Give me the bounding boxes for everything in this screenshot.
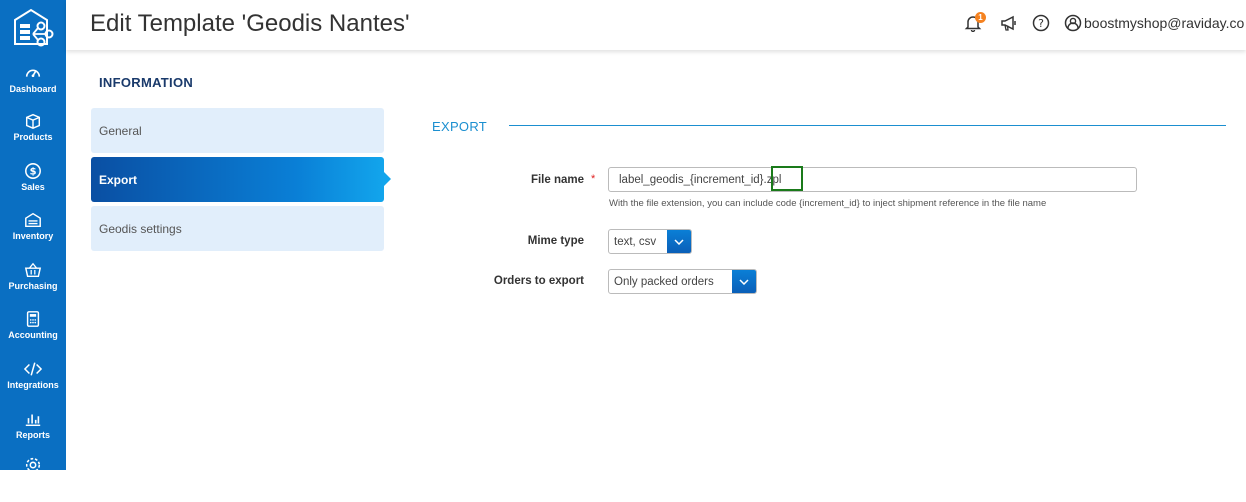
sidebar-item-reports[interactable]: Reports bbox=[0, 410, 66, 456]
sidebar-item-label: Integrations bbox=[7, 380, 59, 390]
sidebar-item-purchasing[interactable]: Purchasing bbox=[0, 261, 66, 307]
orders-to-export-value: Only packed orders bbox=[614, 275, 714, 288]
sidebar-item-settings[interactable] bbox=[0, 456, 66, 502]
sidebar-item-products[interactable]: Products bbox=[0, 112, 66, 158]
sidebar-item-label: Products bbox=[13, 132, 53, 142]
sidebar-item-sales[interactable]: $ Sales bbox=[0, 162, 66, 208]
basket-icon bbox=[24, 262, 42, 278]
app-logo[interactable] bbox=[0, 0, 66, 52]
sidebar-item-label: Accounting bbox=[8, 330, 58, 340]
chevron-down-icon[interactable] bbox=[732, 270, 756, 293]
dashboard-icon bbox=[25, 69, 41, 78]
tab-general[interactable]: General bbox=[91, 108, 384, 153]
gear-icon bbox=[25, 457, 41, 473]
section-divider bbox=[509, 125, 1226, 126]
sidebar-item-inventory[interactable]: Inventory bbox=[0, 211, 66, 257]
sidebar-item-accounting[interactable]: Accounting bbox=[0, 310, 66, 356]
file-name-label: File name bbox=[530, 174, 584, 186]
file-name-hint: With the file extension, you can include… bbox=[609, 198, 1047, 209]
warehouse-icon bbox=[25, 212, 41, 228]
page-title: Edit Template 'Geodis Nantes' bbox=[90, 10, 410, 37]
svg-text:$: $ bbox=[30, 167, 37, 178]
sidebar-item-label: Sales bbox=[21, 182, 45, 192]
sidebar-item-label: Inventory bbox=[12, 231, 54, 241]
bar-chart-icon bbox=[25, 414, 41, 427]
sidebar-item-integrations[interactable]: Integrations bbox=[0, 360, 66, 406]
required-mark: * bbox=[591, 173, 596, 185]
sidebar-item-label: Dashboard bbox=[9, 84, 57, 94]
code-icon bbox=[24, 362, 42, 376]
box-icon bbox=[25, 113, 41, 129]
user-email[interactable]: boostmyshop@raviday.co bbox=[1084, 15, 1244, 31]
orders-to-export-label: Orders to export bbox=[493, 275, 584, 287]
calculator-icon bbox=[26, 311, 40, 327]
warehouse-logo-icon bbox=[14, 8, 54, 47]
mime-type-select[interactable]: text, csv bbox=[608, 229, 692, 254]
export-heading: EXPORT bbox=[432, 119, 488, 134]
sidebar-item-dashboard[interactable]: Dashboard bbox=[0, 64, 66, 110]
chevron-down-icon[interactable] bbox=[667, 230, 691, 253]
dollar-icon: $ bbox=[25, 163, 41, 179]
sidebar-item-label: Reports bbox=[15, 430, 50, 440]
help-icon[interactable]: ? bbox=[1031, 13, 1051, 33]
megaphone-icon[interactable] bbox=[1000, 13, 1020, 33]
mime-type-value: text, csv bbox=[614, 235, 657, 248]
tab-export[interactable]: Export bbox=[91, 157, 391, 202]
notification-badge: 1 bbox=[975, 12, 986, 23]
orders-to-export-select[interactable]: Only packed orders bbox=[608, 269, 757, 294]
highlight-box bbox=[771, 166, 803, 191]
svg-text:?: ? bbox=[1038, 17, 1044, 30]
information-heading: INFORMATION bbox=[99, 75, 194, 90]
user-icon[interactable] bbox=[1063, 13, 1083, 33]
sidebar-item-label: Purchasing bbox=[8, 281, 58, 291]
tab-geodis-settings[interactable]: Geodis settings bbox=[91, 206, 384, 251]
mime-type-label: Mime type bbox=[527, 235, 584, 247]
sidebar: Dashboard Products $ Sales Inventory Pur… bbox=[0, 0, 66, 473]
file-name-input[interactable] bbox=[608, 167, 1137, 192]
